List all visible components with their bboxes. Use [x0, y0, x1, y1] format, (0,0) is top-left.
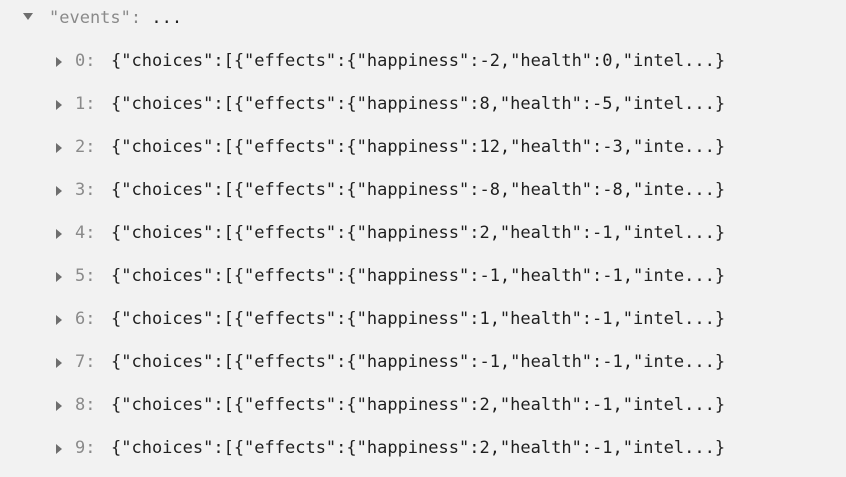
event-row-7[interactable]: 7: {"choices":[{"effects":{"happiness":-… [0, 349, 846, 379]
events-key-colon: : [130, 8, 142, 28]
event-preview: {"choices":[{"effects":{"happiness":2,"h… [111, 223, 726, 243]
event-preview: {"choices":[{"effects":{"happiness":8,"h… [111, 94, 726, 114]
expand-triangle-icon[interactable] [56, 444, 62, 454]
expand-triangle-icon[interactable] [56, 186, 62, 196]
event-row-0[interactable]: 0: {"choices":[{"effects":{"happiness":-… [0, 48, 846, 78]
event-index: 8: [75, 395, 96, 415]
event-preview: {"choices":[{"effects":{"happiness":2,"h… [111, 395, 726, 415]
events-key: "events": ... [49, 8, 182, 28]
event-index: 2: [75, 137, 96, 157]
expand-triangle-icon[interactable] [56, 315, 62, 325]
events-key-label: "events" [49, 8, 131, 28]
event-preview: {"choices":[{"effects":{"happiness":1,"h… [111, 309, 726, 329]
event-index: 5: [75, 266, 96, 286]
event-preview: {"choices":[{"effects":{"happiness":-1,"… [111, 266, 726, 286]
event-row-3[interactable]: 3: {"choices":[{"effects":{"happiness":-… [0, 177, 846, 207]
collapse-triangle-icon[interactable] [23, 13, 33, 20]
event-preview: {"choices":[{"effects":{"happiness":-2,"… [111, 51, 726, 71]
event-preview: {"choices":[{"effects":{"happiness":-8,"… [111, 180, 726, 200]
event-preview: {"choices":[{"effects":{"happiness":-1,"… [111, 352, 726, 372]
event-index: 6: [75, 309, 96, 329]
expand-triangle-icon[interactable] [56, 143, 62, 153]
expand-triangle-icon[interactable] [56, 272, 62, 282]
event-row-6[interactable]: 6: {"choices":[{"effects":{"happiness":1… [0, 306, 846, 336]
event-row-2[interactable]: 2: {"choices":[{"effects":{"happiness":1… [0, 134, 846, 164]
expand-triangle-icon[interactable] [56, 358, 62, 368]
event-preview: {"choices":[{"effects":{"happiness":12,"… [111, 137, 726, 157]
event-index: 3: [75, 180, 96, 200]
events-collapsed-ellipsis: ... [151, 8, 183, 28]
event-row-5[interactable]: 5: {"choices":[{"effects":{"happiness":-… [0, 263, 846, 293]
event-index: 0: [75, 51, 96, 71]
event-index: 4: [75, 223, 96, 243]
event-row-8[interactable]: 8: {"choices":[{"effects":{"happiness":2… [0, 392, 846, 422]
event-row-9[interactable]: 9: {"choices":[{"effects":{"happiness":2… [0, 435, 846, 465]
expand-triangle-icon[interactable] [56, 100, 62, 110]
event-index: 1: [75, 94, 96, 114]
event-row-4[interactable]: 4: {"choices":[{"effects":{"happiness":2… [0, 220, 846, 250]
event-row-1[interactable]: 1: {"choices":[{"effects":{"happiness":8… [0, 91, 846, 121]
event-index: 9: [75, 438, 96, 458]
event-index: 7: [75, 352, 96, 372]
json-tree-viewer: "events": ... 0: {"choices":[{"effects":… [0, 0, 846, 477]
expand-triangle-icon[interactable] [56, 401, 62, 411]
expand-triangle-icon[interactable] [56, 229, 62, 239]
expand-triangle-icon[interactable] [56, 57, 62, 67]
event-preview: {"choices":[{"effects":{"happiness":2,"h… [111, 438, 726, 458]
